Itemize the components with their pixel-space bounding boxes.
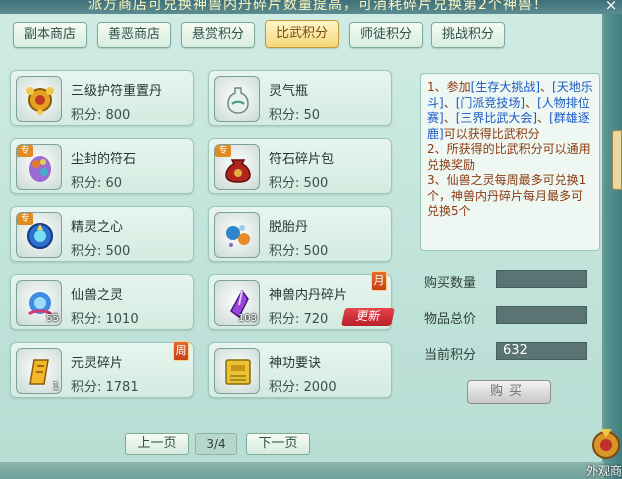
tab-karma-shop[interactable]: 善恶商店 xyxy=(97,22,171,48)
spirit-heart-icon: 专 xyxy=(16,212,62,258)
item-name: 元灵碎片 xyxy=(71,356,124,371)
item-count: 1 xyxy=(52,381,59,392)
shop-item-sealed-rune-stone[interactable]: 专 尘封的符石 积分: 60 xyxy=(10,138,194,194)
link-sect-arena[interactable]: [门派竞技场] xyxy=(456,96,525,110)
shop-item-spirit-vase[interactable]: 灵气瓶 积分: 50 xyxy=(208,70,392,126)
exclusive-badge: 专 xyxy=(17,213,33,225)
item-name: 尘封的符石 xyxy=(71,152,137,167)
monthly-limit-tag: 月 xyxy=(371,271,387,291)
shop-item-amulet-reset-pill[interactable]: 三级护符重置丹 积分: 800 xyxy=(10,70,194,126)
spirit-vase-icon xyxy=(214,76,260,122)
shop-item-celestial-beast-soul[interactable]: 55 仙兽之灵 积分: 1010 xyxy=(10,274,194,330)
item-price: 积分: 60 xyxy=(71,176,123,191)
buy-button[interactable]: 购买 xyxy=(467,380,551,404)
tab-dungeon-shop[interactable]: 副本商店 xyxy=(13,22,87,48)
golden-amulet-icon xyxy=(16,76,62,122)
tab-bounty-points[interactable]: 悬赏积分 xyxy=(181,22,255,48)
item-name: 神功要诀 xyxy=(269,356,322,371)
current-points-label: 当前积分 xyxy=(424,348,477,363)
skill-manual-icon xyxy=(214,348,260,394)
exclusive-badge: 专 xyxy=(17,145,33,157)
item-price: 积分: 720 xyxy=(269,312,329,327)
item-price: 积分: 500 xyxy=(71,244,131,259)
shop-item-skill-manual[interactable]: 神功要诀 积分: 2000 xyxy=(208,342,392,398)
item-name: 脱胎丹 xyxy=(269,220,309,235)
rebirth-pill-icon xyxy=(214,212,260,258)
shop-item-yuanling-fragment[interactable]: 1 元灵碎片 积分: 1781 周 xyxy=(10,341,194,398)
link-three-realms-contest[interactable]: [三界比武大会] xyxy=(456,111,537,125)
tab-contest-points[interactable]: 比武积分 xyxy=(265,20,339,48)
rules-separator: 、 xyxy=(525,95,538,110)
rules-separator: 、 xyxy=(540,80,553,94)
item-price: 积分: 500 xyxy=(269,244,329,259)
new-badge: 更新 xyxy=(341,308,395,326)
item-price: 积分: 1781 xyxy=(71,380,139,395)
announcement-text: 派方商店可兑换神兽内丹碎片数量提高，可消耗碎片兑换第2个神兽！ xyxy=(88,0,548,13)
rules-p1-prefix: 1、参加 xyxy=(427,80,471,94)
item-price: 积分: 500 xyxy=(269,176,329,191)
quantity-input[interactable] xyxy=(496,270,587,288)
announcement-bar: 派方商店可兑换神兽内丹碎片数量提高，可消耗碎片兑换第2个神兽！ xyxy=(0,0,622,14)
shop-item-rebirth-pill[interactable]: 脱胎丹 积分: 500 xyxy=(208,206,392,262)
rules-p1-suffix: 可以获得比武积分 xyxy=(443,126,540,141)
rules-p2: 2、所获得的比武积分可以通用兑换奖励 xyxy=(427,142,591,172)
item-name: 三级护符重置丹 xyxy=(71,84,163,99)
tab-challenge-points[interactable]: 挑战积分 xyxy=(431,22,505,48)
beast-core-fragment-icon: 103 xyxy=(214,280,260,326)
total-price-label: 物品总价 xyxy=(424,312,477,327)
item-name: 灵气瓶 xyxy=(269,84,309,99)
bottom-decoration xyxy=(0,462,604,479)
item-price: 积分: 1010 xyxy=(71,312,139,327)
shop-item-rune-fragment-bag[interactable]: 专 符石碎片包 积分: 500 xyxy=(208,138,392,194)
item-grid: 三级护符重置丹 积分: 800 灵气瓶 积分: 50 专 尘封的符石 积分: 6… xyxy=(10,70,406,410)
prev-page-button[interactable]: 上一页 xyxy=(125,433,189,455)
close-button[interactable]: × xyxy=(602,0,620,14)
shop-item-spirit-heart[interactable]: 专 精灵之心 积分: 500 xyxy=(10,206,194,262)
current-points-field: 632 xyxy=(496,342,587,360)
item-name: 精灵之心 xyxy=(71,220,124,235)
item-name: 神兽内丹碎片 xyxy=(269,288,348,303)
tab-mentor-points[interactable]: 师徒积分 xyxy=(349,22,423,48)
side-tab[interactable] xyxy=(612,130,622,190)
shop-item-beast-core-fragment[interactable]: 103 神兽内丹碎片 积分: 720 月 更新 xyxy=(208,271,395,330)
rules-panel: 1、参加[生存大挑战]、[天地乐斗]、[门派竞技场]、[人物排位赛]、[三界比武… xyxy=(420,73,600,251)
link-survival-challenge[interactable]: [生存大挑战] xyxy=(471,80,540,94)
item-price: 积分: 2000 xyxy=(269,380,337,395)
item-count: 55 xyxy=(46,313,59,324)
item-count: 103 xyxy=(237,313,257,324)
item-price: 积分: 50 xyxy=(269,108,321,123)
exclusive-badge: 专 xyxy=(215,145,231,157)
weekly-limit-tag: 周 xyxy=(173,341,189,361)
quantity-label: 购买数量 xyxy=(424,276,477,291)
item-price: 积分: 800 xyxy=(71,108,131,123)
appearance-shop-label[interactable]: 外观商 xyxy=(586,462,622,479)
rules-p3: 3、仙兽之灵每周最多可兑换1个，神兽内丹碎片每月最多可兑换5个 xyxy=(427,173,587,218)
sealed-rune-stone-icon: 专 xyxy=(16,144,62,190)
item-name: 仙兽之灵 xyxy=(71,288,124,303)
next-page-button[interactable]: 下一页 xyxy=(246,433,310,455)
rune-fragment-bag-icon: 专 xyxy=(214,144,260,190)
rules-separator: 、 xyxy=(443,111,456,125)
item-name: 符石碎片包 xyxy=(269,152,335,167)
celestial-beast-soul-icon: 55 xyxy=(16,280,62,326)
window-frame-right xyxy=(604,14,622,479)
total-price-field xyxy=(496,306,587,324)
yuanling-fragment-icon: 1 xyxy=(16,348,62,394)
page-indicator: 3/4 xyxy=(195,433,237,455)
rules-separator: 、 xyxy=(443,95,456,110)
rules-separator: 、 xyxy=(537,111,550,125)
